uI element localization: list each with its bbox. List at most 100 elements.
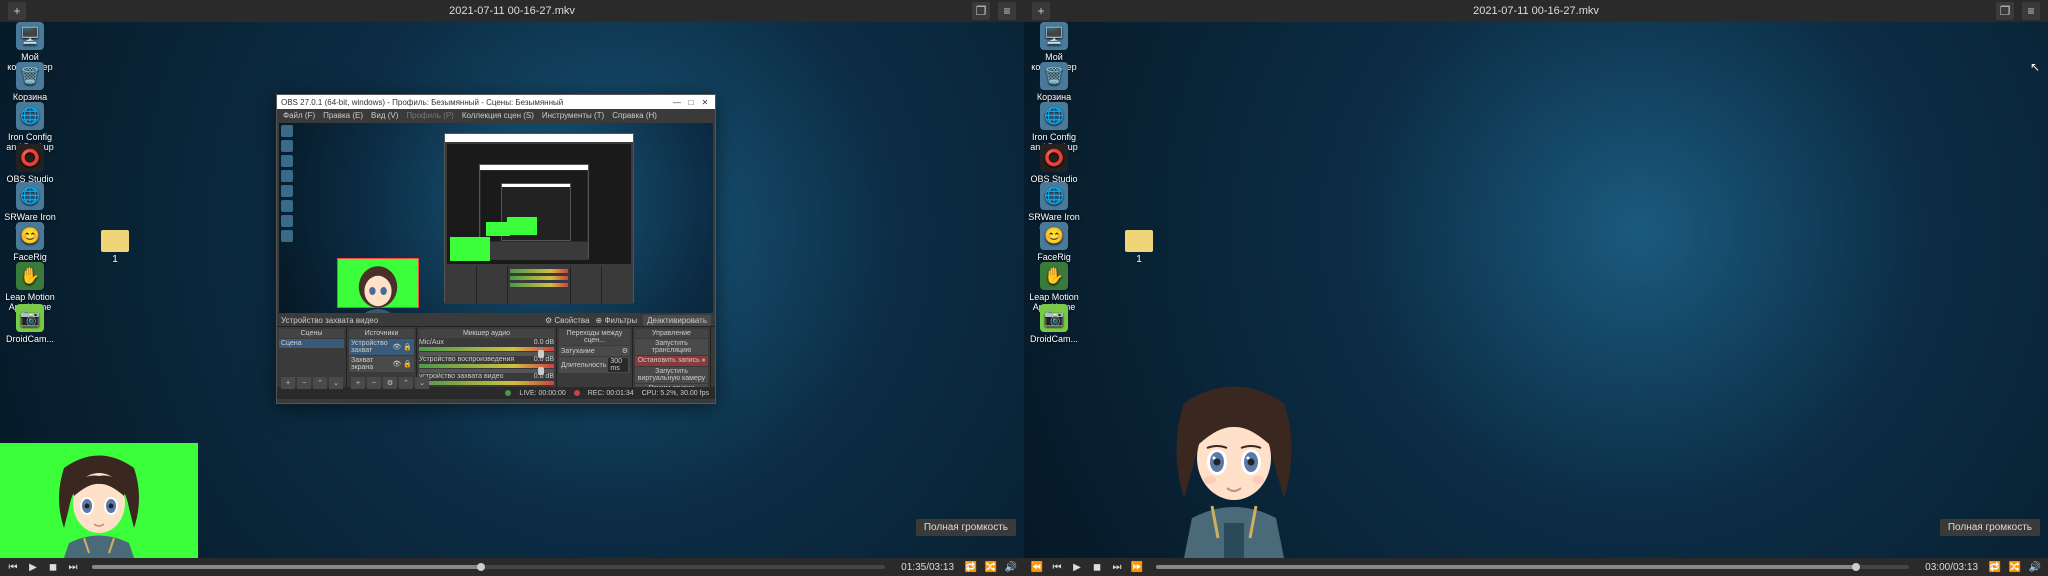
source-item[interactable]: Захват экрана👁🔒	[349, 356, 414, 372]
obs-icon: ⭕	[16, 144, 44, 172]
remove-scene-button[interactable]: −	[297, 377, 311, 387]
source-props-button[interactable]: ⚙	[383, 377, 397, 387]
menu-view[interactable]: Вид (V)	[371, 111, 398, 120]
menu-profile[interactable]: Профиль (P)	[406, 111, 453, 120]
cursor-icon: ↖	[2030, 60, 2040, 74]
remove-source-button[interactable]: −	[367, 377, 381, 387]
deactivate-button[interactable]: Деактивировать	[643, 315, 711, 326]
next-button[interactable]: ⏭	[66, 562, 80, 573]
desktop-icon-droidcam[interactable]: 📷DroidCam...	[0, 304, 60, 344]
filters-button[interactable]: ⊕ Фильтры	[596, 316, 638, 325]
maximize-button[interactable]: □	[685, 98, 697, 107]
preview-recursive-3	[501, 183, 571, 241]
lock-icon[interactable]: 🔒	[403, 360, 412, 368]
stop-button[interactable]: ◼	[46, 562, 60, 573]
volume-button[interactable]: 🔊	[1004, 562, 1018, 573]
start-stream-button[interactable]: Запустить трансляцию	[635, 339, 708, 355]
close-button[interactable]: ✕	[699, 98, 711, 107]
seek-knob[interactable]	[1852, 563, 1860, 571]
desktop-icon-obs[interactable]: ⭕OBS Studio	[1024, 144, 1084, 184]
scene-down-button[interactable]: ⌄	[329, 377, 343, 387]
menu-edit[interactable]: Правка (E)	[323, 111, 363, 120]
stop-record-button[interactable]: Остановить запись ⏸	[635, 356, 708, 366]
add-tab-button[interactable]: +	[1032, 2, 1050, 20]
volume-slider[interactable]	[538, 350, 544, 358]
controls-panel: Управление Запустить трансляцию Останови…	[633, 327, 711, 387]
sources-head: Источники	[349, 329, 414, 338]
studio-mode-button[interactable]: Режим студии	[635, 384, 708, 387]
mixer-channel: Устройство воспроизведения0.0 dB	[419, 356, 554, 373]
add-scene-button[interactable]: +	[281, 377, 295, 387]
camera-icon: 📷	[16, 304, 44, 332]
minimize-button[interactable]: —	[671, 98, 683, 107]
capture-source-selected[interactable]	[337, 258, 419, 308]
seek-bar[interactable]	[92, 565, 885, 569]
video-player-left: + 2021-07-11 00-16-27.mkv ❐ ≡ 🖥️Мой комп…	[0, 0, 1024, 576]
prev-button[interactable]: ⏮	[1050, 562, 1064, 573]
prev-button[interactable]: ⏮	[6, 562, 20, 573]
mixer-panel: Микшер аудио Mic/Aux0.0 dB Устройство во…	[417, 327, 557, 387]
titlebar: + 2021-07-11 00-16-27.mkv ❐ ≡	[1024, 0, 2048, 22]
add-source-button[interactable]: +	[351, 377, 365, 387]
folder-1[interactable]: 1	[95, 230, 135, 265]
folder-icon	[101, 230, 129, 252]
obs-preview[interactable]	[279, 123, 713, 313]
properties-button[interactable]: ⚙ Свойства	[545, 316, 590, 325]
desktop-icon-facerig[interactable]: 😊FaceRig	[1024, 222, 1084, 262]
desktop-icon-droidcam[interactable]: 📷DroidCam...	[1024, 304, 1084, 344]
ff-button[interactable]: ⏩	[1130, 562, 1144, 573]
eye-icon[interactable]: 👁	[392, 360, 401, 368]
scene-item[interactable]: Сцена	[279, 339, 344, 348]
lock-icon[interactable]: 🔒	[403, 343, 412, 351]
desktop-icon-facerig[interactable]: 😊FaceRig	[0, 222, 60, 262]
obs-window[interactable]: OBS 27.0.1 (64-bit, windows) - Профиль: …	[276, 94, 716, 404]
volume-tooltip: Полная громкость	[916, 519, 1016, 536]
pause-icon[interactable]: ⏸	[702, 357, 706, 364]
source-down-button[interactable]: ⌄	[415, 377, 417, 387]
menu-scenes[interactable]: Коллекция сцен (S)	[462, 111, 534, 120]
menu-button[interactable]: ≡	[2022, 2, 2040, 20]
menu-button[interactable]: ≡	[998, 2, 1016, 20]
restore-button[interactable]: ❐	[1996, 2, 2014, 20]
seek-bar[interactable]	[1156, 565, 1909, 569]
source-up-button[interactable]: ⌃	[399, 377, 413, 387]
volume-tooltip: Полная громкость	[1940, 519, 2040, 536]
shuffle-button[interactable]: 🔀	[984, 562, 998, 573]
source-item[interactable]: Устройство захват👁🔒	[349, 339, 414, 355]
camera-overlay	[0, 443, 198, 558]
gear-icon[interactable]: ⚙	[622, 347, 628, 355]
loop-button[interactable]: 🔁	[1988, 562, 2002, 573]
eye-icon[interactable]: 👁	[392, 343, 401, 351]
seek-knob[interactable]	[477, 563, 485, 571]
menu-help[interactable]: Справка (H)	[612, 111, 657, 120]
add-tab-button[interactable]: +	[8, 2, 26, 20]
obs-menubar: Файл (F) Правка (E) Вид (V) Профиль (P) …	[277, 109, 715, 121]
shuffle-button[interactable]: 🔀	[2008, 562, 2022, 573]
desktop-icon-trash[interactable]: 🗑️Корзина	[0, 62, 60, 102]
desktop: 🖥️Мой компьютер 🗑️Корзина 🌐Iron Config a…	[1024, 22, 2048, 558]
scene-up-button[interactable]: ⌃	[313, 377, 327, 387]
cpu-usage: CPU: 5.2%, 30.00 fps	[642, 390, 709, 397]
menu-file[interactable]: Файл (F)	[283, 111, 315, 120]
rewind-button[interactable]: ⏪	[1030, 562, 1044, 573]
transition-select[interactable]: Затухание⚙	[559, 346, 630, 356]
play-button[interactable]: ▶	[26, 562, 40, 573]
desktop: 🖥️Мой компьютер 🗑️Корзина 🌐Iron Config a…	[0, 22, 1024, 558]
volume-button[interactable]: 🔊	[2028, 562, 2042, 573]
volume-slider[interactable]	[538, 367, 544, 375]
virtual-cam-button[interactable]: Запустить виртуальную камеру	[635, 367, 708, 383]
play-button[interactable]: ▶	[1070, 562, 1084, 573]
next-button[interactable]: ⏭	[1110, 562, 1124, 573]
globe-icon: 🌐	[16, 102, 44, 130]
preview-obs-recursive	[444, 133, 634, 303]
folder-1[interactable]: 1	[1119, 230, 1159, 265]
loop-button[interactable]: 🔁	[964, 562, 978, 573]
obs-titlebar[interactable]: OBS 27.0.1 (64-bit, windows) - Профиль: …	[277, 95, 715, 109]
desktop-icon-trash[interactable]: 🗑️Корзина	[1024, 62, 1084, 102]
desktop-icon-obs[interactable]: ⭕OBS Studio	[0, 144, 60, 184]
menu-tools[interactable]: Инструменты (T)	[542, 111, 604, 120]
duration-input[interactable]: 300 ms	[608, 358, 628, 372]
stop-button[interactable]: ◼	[1090, 562, 1104, 573]
restore-button[interactable]: ❐	[972, 2, 990, 20]
window-title: 2021-07-11 00-16-27.mkv	[1473, 5, 1599, 17]
